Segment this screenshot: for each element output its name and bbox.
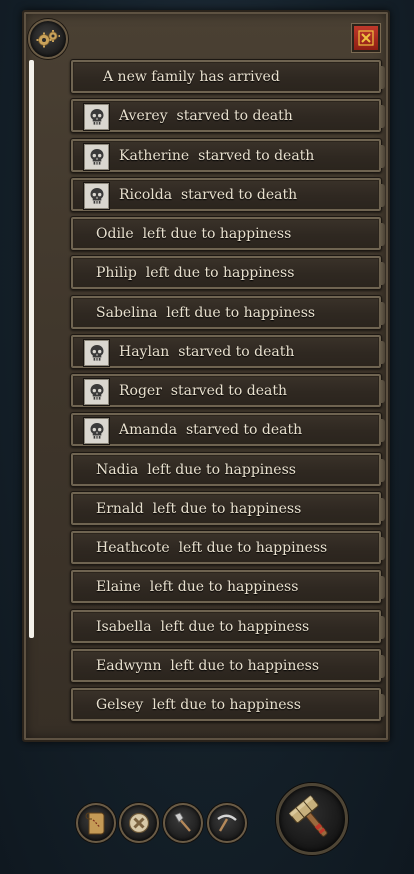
axe-icon [174,812,191,832]
event-row[interactable]: Nadia left due to happiness [70,451,385,487]
event-row[interactable]: Eadwynn left due to happiness [70,647,385,683]
event-row-label: Ernald left due to happiness [96,500,302,517]
pickaxe-button[interactable] [207,803,247,843]
settings-button[interactable] [28,19,68,59]
event-row[interactable]: Katherine starved to death [70,137,385,173]
event-row[interactable]: Gelsey left due to happiness [70,687,385,722]
scroll-map-icon [85,812,105,835]
close-button[interactable] [352,24,380,52]
event-row-label: Haylan starved to death [119,343,295,360]
event-row-header[interactable]: A new family has arrived [70,59,385,94]
skull-icon [83,378,110,406]
event-row[interactable]: Amanda starved to death [70,412,385,448]
scrollbar[interactable] [29,60,34,638]
event-row-label: A new family has arrived [103,69,280,85]
event-row[interactable]: Ernald left due to happiness [70,490,385,526]
event-row[interactable]: Heathcote left due to happiness [70,530,385,565]
event-row-label: Heathcote left due to happiness [96,540,328,556]
event-row[interactable]: Averey starved to death [70,98,385,134]
event-row[interactable]: Elaine left due to happiness [70,569,385,605]
map-scroll-button[interactable] [76,803,116,843]
skull-icon [83,417,110,446]
event-row-label: Amanda starved to death [119,422,303,439]
event-row[interactable]: Roger starved to death [70,373,385,408]
cancel-demolish-button[interactable] [119,803,159,843]
event-row[interactable]: Isabella left due to happiness [70,608,385,644]
event-row-label: Eadwynn left due to happiness [96,657,320,674]
gears-icon [36,30,60,48]
event-row-label: Gelsey left due to happiness [96,697,301,713]
event-row[interactable]: Philip left due to happiness [70,255,385,291]
event-row-label: Sabelina left due to happiness [96,304,316,321]
skull-icon [83,142,110,171]
event-row-label: Ricolda starved to death [119,186,298,203]
event-row-label: Odile left due to happiness [96,226,292,242]
event-row-label: Elaine left due to happiness [96,579,299,596]
event-row-label: Roger starved to death [119,383,288,399]
event-row[interactable]: Haylan starved to death [70,333,385,369]
event-row[interactable]: Ricolda starved to death [70,176,385,212]
event-row-label: Katherine starved to death [119,147,315,164]
close-x-icon [358,30,374,46]
hammer-icon [289,795,328,837]
build-button[interactable] [276,783,348,855]
skull-icon [83,181,110,210]
event-row[interactable]: Sabelina left due to happiness [70,294,385,330]
event-row[interactable]: Odile left due to happiness [70,216,385,251]
cancel-circle-icon [128,812,150,834]
event-row-label: Philip left due to happiness [96,265,295,282]
event-row-label: Isabella left due to happiness [96,618,310,635]
pickaxe-icon [217,814,237,832]
skull-icon [83,103,110,132]
event-row-label: Nadia left due to happiness [96,461,296,478]
event-row-label: Averey starved to death [119,108,293,125]
skull-icon [83,338,110,367]
axe-button[interactable] [163,803,203,843]
